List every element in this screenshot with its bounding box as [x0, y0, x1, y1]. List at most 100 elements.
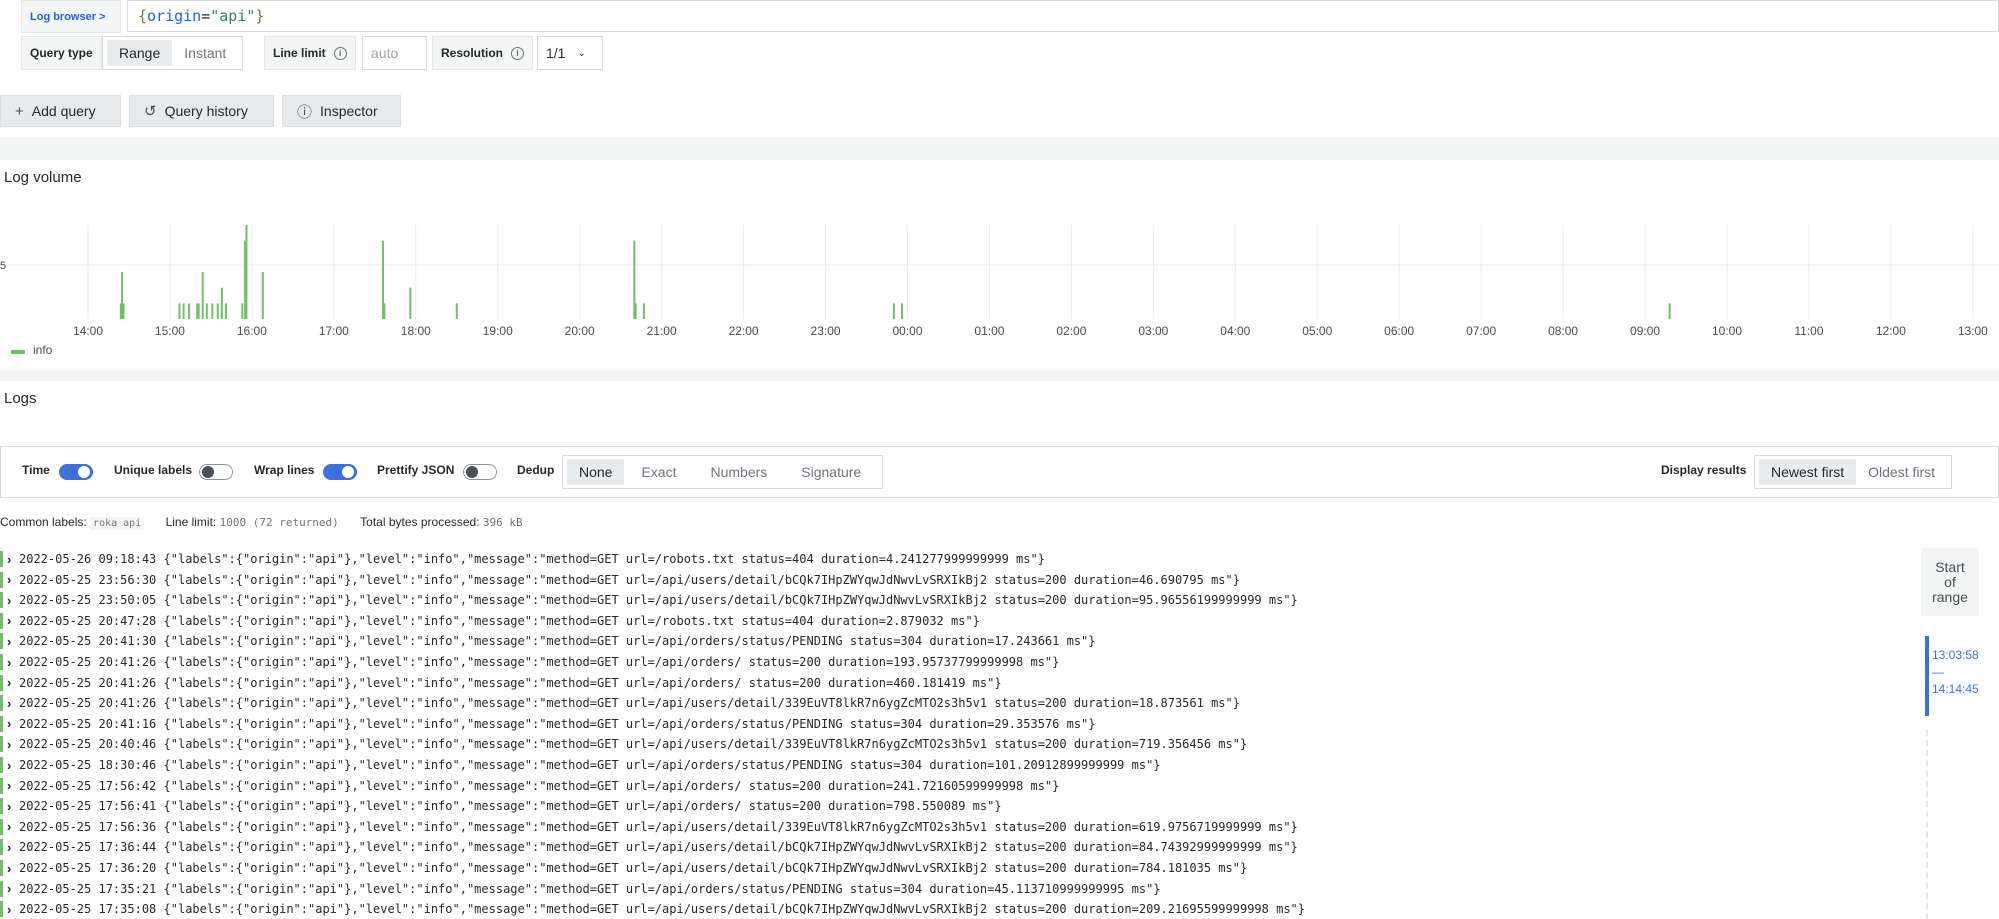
log-row[interactable]: › 2022-05-25 23:50:05 {"labels":{"origin"…	[0, 590, 1900, 610]
query-type-instant[interactable]: Instant	[172, 40, 238, 66]
chevron-right-icon[interactable]: ›	[7, 552, 19, 567]
info-circle-icon: ⓘ	[297, 103, 313, 121]
line-limit-input[interactable]: auto	[362, 36, 427, 70]
log-level-indicator	[0, 818, 3, 835]
log-row[interactable]: › 2022-05-25 20:41:16 {"labels":{"origin"…	[0, 714, 1900, 734]
chevron-right-icon[interactable]: ›	[7, 634, 19, 649]
log-row[interactable]: › 2022-05-25 20:41:26 {"labels":{"origin"…	[0, 693, 1900, 713]
log-level-indicator	[0, 551, 3, 567]
log-timestamp: 2022-05-25 17:56:41	[19, 799, 157, 814]
dedup-radio-group[interactable]: None Exact Numbers Signature	[562, 455, 884, 489]
start-of-range-button[interactable]: Start of range	[1921, 548, 1979, 616]
log-timestamp: 2022-05-25 20:41:26	[19, 696, 157, 711]
dedup-numbers[interactable]: Numbers	[693, 459, 784, 485]
x-tick-label: 07:00	[1466, 324, 1497, 338]
chevron-right-icon[interactable]: ›	[7, 840, 19, 855]
query-history-button[interactable]: ↺ Query history	[129, 95, 274, 127]
range-from: 13:03:58	[1932, 648, 1979, 662]
chevron-right-icon[interactable]: ›	[7, 613, 19, 628]
log-timestamp: 2022-05-25 20:40:46	[19, 737, 157, 752]
log-row[interactable]: › 2022-05-26 09:18:43 {"labels":{"origin"…	[0, 549, 1900, 569]
log-row[interactable]: › 2022-05-25 20:40:46 {"labels":{"origin"…	[0, 734, 1900, 754]
add-query-button[interactable]: + Add query	[0, 95, 121, 127]
log-row[interactable]: › 2022-05-25 17:56:42 {"labels":{"origin"…	[0, 776, 1900, 796]
log-browser-button[interactable]: Log browser >	[21, 0, 121, 33]
volume-bar	[122, 303, 125, 319]
volume-bar	[892, 303, 895, 319]
query-type-label: Query type	[21, 36, 102, 70]
log-level-indicator	[0, 715, 3, 732]
resolution-label-box: Resolution i	[432, 36, 533, 70]
log-row[interactable]: › 2022-05-25 17:36:20 {"labels":{"origin"…	[0, 858, 1900, 878]
log-row[interactable]: › 2022-05-25 17:36:44 {"labels":{"origin"…	[0, 837, 1900, 857]
logs-options-bar: Time Unique labels Wrap lines Prettify J…	[0, 446, 1999, 498]
query-type-range[interactable]: Range	[107, 40, 173, 66]
chevron-right-icon[interactable]: ›	[7, 572, 19, 587]
dedup-none[interactable]: None	[567, 459, 625, 485]
log-row[interactable]: › 2022-05-25 20:41:30 {"labels":{"origin"…	[0, 631, 1900, 651]
sort-newest-first[interactable]: Newest first	[1759, 459, 1857, 485]
chevron-right-icon[interactable]: ›	[7, 778, 19, 793]
log-row[interactable]: › 2022-05-25 23:56:30 {"labels":{"origin"…	[0, 570, 1900, 590]
log-row[interactable]: › 2022-05-25 17:35:21 {"labels":{"origin"…	[0, 879, 1900, 899]
log-level-indicator	[0, 757, 3, 773]
query-type-radio-group[interactable]: Range Instant	[102, 36, 244, 70]
query-brace-open: {	[138, 7, 148, 25]
chevron-right-icon[interactable]: ›	[7, 758, 19, 773]
log-level-indicator	[0, 674, 3, 691]
chevron-right-icon[interactable]: ›	[7, 799, 19, 814]
volume-bar	[455, 303, 458, 319]
info-icon[interactable]: i	[511, 46, 524, 60]
wrap-lines-toggle[interactable]	[323, 464, 357, 480]
dedup-signature[interactable]: Signature	[784, 459, 878, 485]
chevron-right-icon[interactable]: ›	[7, 696, 19, 711]
chevron-right-icon[interactable]: ›	[7, 819, 19, 834]
history-icon: ↺	[144, 103, 157, 120]
log-timestamp: 2022-05-25 17:36:44	[19, 840, 157, 855]
log-row[interactable]: › 2022-05-25 17:35:08 {"labels":{"origin"…	[0, 899, 1900, 919]
chevron-right-icon[interactable]: ›	[7, 902, 19, 917]
chevron-right-icon[interactable]: ›	[7, 716, 19, 731]
volume-bar	[224, 303, 227, 319]
log-line: {"labels":{"origin":"api"},"level":"info…	[163, 819, 1298, 834]
prettify-json-toggle[interactable]	[463, 464, 497, 480]
chevron-right-icon[interactable]: ›	[7, 655, 19, 670]
log-row[interactable]: › 2022-05-25 20:47:28 {"labels":{"origin"…	[0, 611, 1900, 631]
sort-order-radio-group[interactable]: Newest first Oldest first	[1754, 455, 1953, 489]
chevron-right-icon[interactable]: ›	[7, 593, 19, 608]
log-line: {"labels":{"origin":"api"},"level":"info…	[163, 696, 1240, 711]
log-row[interactable]: › 2022-05-25 20:41:26 {"labels":{"origin"…	[0, 673, 1900, 693]
resolution-value: 1/1	[546, 45, 566, 61]
log-row[interactable]: › 2022-05-25 17:56:41 {"labels":{"origin"…	[0, 796, 1900, 816]
chevron-right-icon[interactable]: ›	[7, 675, 19, 690]
log-row[interactable]: › 2022-05-25 18:30:46 {"labels":{"origin"…	[0, 755, 1900, 775]
x-tick-label: 18:00	[400, 324, 431, 338]
query-editor-input[interactable]: {origin = "api"}	[127, 0, 1999, 32]
log-level-indicator	[0, 880, 3, 897]
unique-labels-toggle[interactable]	[199, 464, 233, 480]
range-start-word: range	[1932, 588, 1968, 605]
chevron-right-icon[interactable]: ›	[7, 861, 19, 876]
chevron-right-icon[interactable]: ›	[7, 737, 19, 752]
inspector-button[interactable]: ⓘ Inspector	[282, 95, 401, 127]
dedup-exact[interactable]: Exact	[624, 459, 693, 485]
log-volume-title: Log volume	[4, 169, 82, 186]
info-icon[interactable]: i	[333, 46, 347, 60]
log-row[interactable]: › 2022-05-25 17:56:36 {"labels":{"origin"…	[0, 817, 1900, 837]
chevron-right-icon[interactable]: ›	[7, 881, 19, 896]
log-level-indicator	[0, 633, 3, 650]
log-row[interactable]: › 2022-05-25 20:41:26 {"labels":{"origin"…	[0, 652, 1900, 672]
line-limit-label-box: Line limit i	[264, 36, 356, 70]
log-timestamp: 2022-05-25 18:30:46	[19, 758, 157, 772]
query-brace-close: }	[255, 7, 265, 25]
resolution-select[interactable]: 1/1 ⌄	[537, 36, 603, 70]
time-toggle[interactable]	[59, 464, 93, 480]
legend-info-label[interactable]: info	[33, 343, 52, 357]
sort-oldest-first[interactable]: Oldest first	[1856, 459, 1947, 485]
current-range-label[interactable]: 13:03:58 — 14:14:45	[1932, 647, 1979, 698]
x-tick-label: 06:00	[1384, 324, 1415, 338]
x-tick-label: 21:00	[646, 324, 677, 338]
log-volume-chart: 5	[0, 225, 1999, 319]
query-history-label: Query history	[164, 103, 248, 119]
logs-title: Logs	[4, 390, 37, 407]
